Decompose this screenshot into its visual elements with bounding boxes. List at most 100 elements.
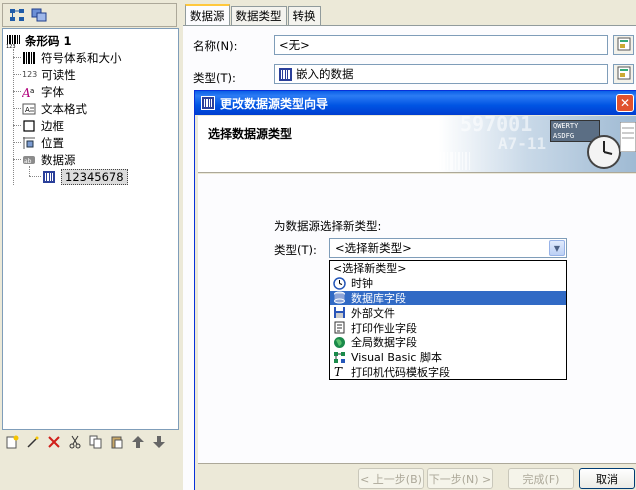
select-value: <选择新类型> [335,241,412,255]
dropdown-option-database[interactable]: 数据库字段 [330,290,566,306]
globe-icon [333,336,346,349]
barcode-icon: 123 [6,34,20,48]
tree-toolbar [2,431,179,453]
tree-item-text-format[interactable]: A 文本格式 [22,100,87,117]
position-icon [22,136,36,150]
tree-view-icon[interactable] [7,6,27,24]
type-value: 嵌入的数据 [296,67,354,81]
option-label: 外部文件 [351,306,395,320]
tree-item-label: 符号体系和大小 [41,50,122,65]
tree-root[interactable]: 123 条形码 1 [6,32,72,49]
edit-name-button[interactable] [613,35,634,55]
change-datasource-wizard: 更改数据源类型向导 ✕ 选择数据源类型 597001 A7-11 QWERTY … [194,90,636,490]
left-toolbar [2,3,177,27]
disk-icon [333,306,346,319]
move-up-icon[interactable] [128,433,148,451]
close-icon[interactable]: ✕ [616,94,634,112]
header-barcode-graphic [428,152,470,170]
next-button[interactable]: 下一步(N) > [427,468,493,489]
copy-icon[interactable] [86,433,106,451]
layers-icon[interactable] [29,6,49,24]
wizard-body: 为数据源选择新类型: 类型(T): <选择新类型> ▼ <选择新类型> 时钟 数… [198,174,636,464]
option-label: 数据库字段 [351,292,406,305]
clock-graphic [587,135,621,169]
dropdown-option-external-file[interactable]: 外部文件 [330,305,566,320]
tab-strip: 数据源 数据类型 转换 [185,4,322,26]
paste-icon[interactable] [107,433,127,451]
wand-icon[interactable] [23,433,43,451]
dropdown-option-vb-script[interactable]: Visual Basic 脚本 [330,350,566,365]
edit-type-button[interactable] [613,64,634,84]
delete-icon[interactable] [44,433,64,451]
name-label: 名称(N): [193,39,238,53]
wizard-prompt: 为数据源选择新类型: [274,219,382,233]
wizard-titlebar[interactable]: 更改数据源类型向导 ✕ [195,91,636,115]
tree-root-label: 条形码 1 [25,33,72,48]
option-label: <选择新类型> [333,262,407,276]
cancel-button[interactable]: 取消 [579,468,635,489]
datasource-type-dropdown: <选择新类型> 时钟 数据库字段 外部文件 打印作业字段 全局数据字段 Visu… [329,260,567,380]
finish-button[interactable]: 完成(F) [508,468,574,489]
tree-item-label: 边框 [41,118,64,133]
tree-item-data-value[interactable]: 12345678 [42,168,128,185]
tree-item-label: 字体 [41,84,64,99]
svg-text:T: T [334,365,343,378]
data-value-icon [42,170,56,184]
dropdown-option-placeholder[interactable]: <选择新类型> [330,261,566,276]
tree-item-label: 12345678 [61,168,128,185]
barcode-symbology-icon [22,51,36,65]
tree-item-label: 数据源 [41,152,76,167]
dropdown-option-printer-code[interactable]: T 打印机代码模板字段 [330,365,566,380]
type-label: 类型(T): [193,71,236,85]
text-format-icon: A [22,102,36,116]
left-pane: 123 条形码 1 符号体系和大小 123 可读性 Aa 字体 A 文本格式 边… [0,0,181,490]
new-icon[interactable] [2,433,22,451]
tab-datasource[interactable]: 数据源 [185,4,230,25]
svg-text:ab: ab [24,158,32,165]
dropdown-option-clock[interactable]: 时钟 [330,276,566,291]
printer-code-icon: T [333,365,346,378]
chevron-down-icon[interactable]: ▼ [549,240,565,256]
name-field[interactable]: <无> [274,35,608,55]
wizard-header-title: 选择数据源类型 [208,127,293,141]
tree-item-symbology[interactable]: 符号体系和大小 [22,49,122,66]
tab-datatype[interactable]: 数据类型 [230,6,287,25]
wizard-app-icon [201,96,215,110]
wizard-type-label: 类型(T): [274,243,317,257]
datasource-icon: ab [22,153,36,167]
option-label: 打印机代码模板字段 [351,365,450,379]
border-icon [22,119,36,133]
header-watermark: A7-11 [498,134,547,153]
document-graphic [620,122,636,152]
option-label: Visual Basic 脚本 [351,351,442,365]
tree-item-readability[interactable]: 123 可读性 [22,66,76,83]
option-label: 全局数据字段 [351,336,417,350]
font-icon: Aa [22,85,36,99]
tree-item-border[interactable]: 边框 [22,117,64,134]
wizard-title: 更改数据源类型向导 [220,96,329,111]
datasource-type-select[interactable]: <选择新类型> ▼ [329,238,567,258]
vb-script-icon [333,351,346,364]
svg-text:a: a [30,87,34,95]
tree-item-position[interactable]: 位置 [22,134,64,151]
edit-icon [617,37,631,54]
clock-icon [333,276,346,290]
property-tree: 123 条形码 1 符号体系和大小 123 可读性 Aa 字体 A 文本格式 边… [2,28,179,430]
svg-text:A: A [25,106,30,114]
tree-item-font[interactable]: Aa 字体 [22,83,64,100]
header-watermark: 597001 [460,116,533,136]
option-label: 时钟 [351,277,373,291]
dropdown-option-global-data[interactable]: 全局数据字段 [330,335,566,350]
dropdown-option-print-job[interactable]: 打印作业字段 [330,320,566,335]
cut-icon[interactable] [65,433,85,451]
tree-item-label: 位置 [41,135,64,150]
move-down-icon[interactable] [149,433,169,451]
tree-item-datasource[interactable]: ab 数据源 [22,151,76,168]
type-field[interactable]: 嵌入的数据 [274,64,608,84]
back-button[interactable]: < 上一步(B) [358,468,424,489]
tab-transform[interactable]: 转换 [287,6,321,25]
wizard-header: 选择数据源类型 597001 A7-11 QWERTY ASDFG [198,116,636,173]
readability-icon: 123 [22,70,38,79]
keyboard-row: QWERTY [553,122,579,130]
embedded-data-icon [279,67,292,81]
